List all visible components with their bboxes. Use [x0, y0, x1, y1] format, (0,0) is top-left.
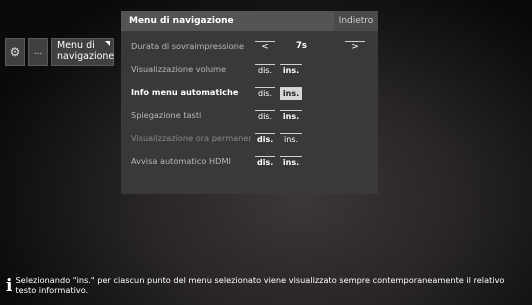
prev-arrow-button[interactable]: < [255, 41, 275, 55]
menu-header: Menu di navigazione Indietro [121, 11, 378, 31]
row-label: Visualizzazione ora permanente [131, 133, 251, 143]
breadcrumb: ⚙ ... Menu di navigazione [5, 38, 117, 66]
menu-row-ora[interactable]: Visualizzazione ora permanente dis. ins. [121, 130, 378, 148]
back-button[interactable]: Indietro [334, 11, 378, 31]
menu-row-volume[interactable]: Visualizzazione volume dis. ins. [121, 61, 378, 79]
gear-icon[interactable]: ⚙ [5, 38, 25, 66]
breadcrumb-ellipsis[interactable]: ... [28, 38, 48, 66]
menu-row-info-menu[interactable]: Info menu automatiche dis. ins. [121, 84, 378, 102]
info-bar: i Selezionando "ins." per ciascun punto … [6, 275, 526, 296]
option-dis[interactable]: dis. [255, 110, 275, 123]
menu-row-durata[interactable]: Durata di sovraimpressione < 7s > [121, 38, 378, 56]
info-text: Selezionando "ins." per ciascun punto de… [15, 275, 505, 295]
option-dis[interactable]: dis. [255, 156, 275, 169]
navigation-menu-panel: Menu di navigazione Indietro Durata di s… [121, 11, 378, 194]
menu-row-hdmi[interactable]: Avvisa automatico HDMI dis. ins. [121, 153, 378, 171]
menu-title: Menu di navigazione [129, 16, 234, 26]
row-label: Spiegazione tasti [131, 110, 202, 120]
duration-value: 7s [296, 41, 307, 51]
row-label: Info menu automatiche [131, 87, 239, 97]
option-dis[interactable]: dis. [255, 133, 275, 146]
option-dis[interactable]: dis. [255, 87, 275, 100]
option-ins[interactable]: ins. [280, 156, 302, 169]
row-label: Durata di sovraimpressione [131, 41, 244, 51]
option-ins[interactable]: ins. [280, 110, 302, 123]
row-label: Avvisa automatico HDMI [131, 156, 231, 166]
row-label: Visualizzazione volume [131, 64, 227, 74]
info-icon: i [6, 276, 13, 296]
option-dis[interactable]: dis. [255, 64, 275, 77]
option-ins[interactable]: ins. [280, 133, 302, 146]
corner-arrow-icon [105, 41, 110, 46]
menu-row-spiegazione[interactable]: Spiegazione tasti dis. ins. [121, 107, 378, 125]
option-ins[interactable]: ins. [280, 87, 302, 100]
next-arrow-button[interactable]: > [345, 41, 365, 55]
breadcrumb-current[interactable]: Menu di navigazione [51, 38, 114, 66]
option-ins[interactable]: ins. [280, 64, 302, 77]
